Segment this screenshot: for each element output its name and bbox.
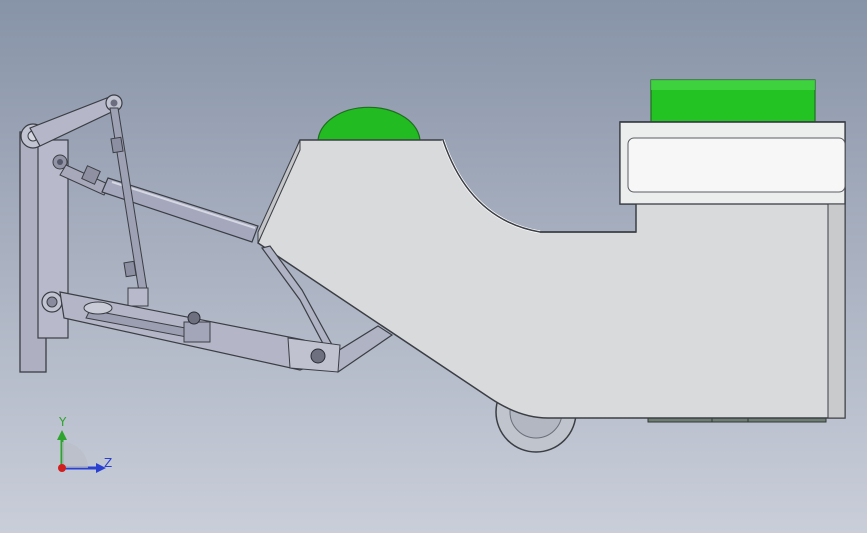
hydraulic-cylinder[interactable] (59, 164, 259, 243)
green-top-block[interactable] (650, 79, 816, 125)
cad-viewport[interactable]: Y Z (0, 0, 867, 533)
vertical-frame[interactable] (19, 123, 69, 373)
cad-model-view: Y Z (19, 79, 846, 473)
z-axis-label: Z (104, 456, 112, 470)
top-link-arm[interactable] (29, 94, 123, 147)
y-arrowhead-icon (57, 430, 67, 440)
axis-triad: Y Z (57, 415, 112, 473)
green-dome[interactable] (317, 106, 421, 143)
main-body[interactable] (257, 121, 846, 419)
y-axis-label: Y (58, 415, 67, 429)
origin-dot-icon (58, 464, 66, 472)
bottom-arm[interactable] (59, 291, 341, 373)
xy-plane-wedge (62, 442, 88, 468)
diagonal-strut[interactable] (109, 107, 149, 307)
